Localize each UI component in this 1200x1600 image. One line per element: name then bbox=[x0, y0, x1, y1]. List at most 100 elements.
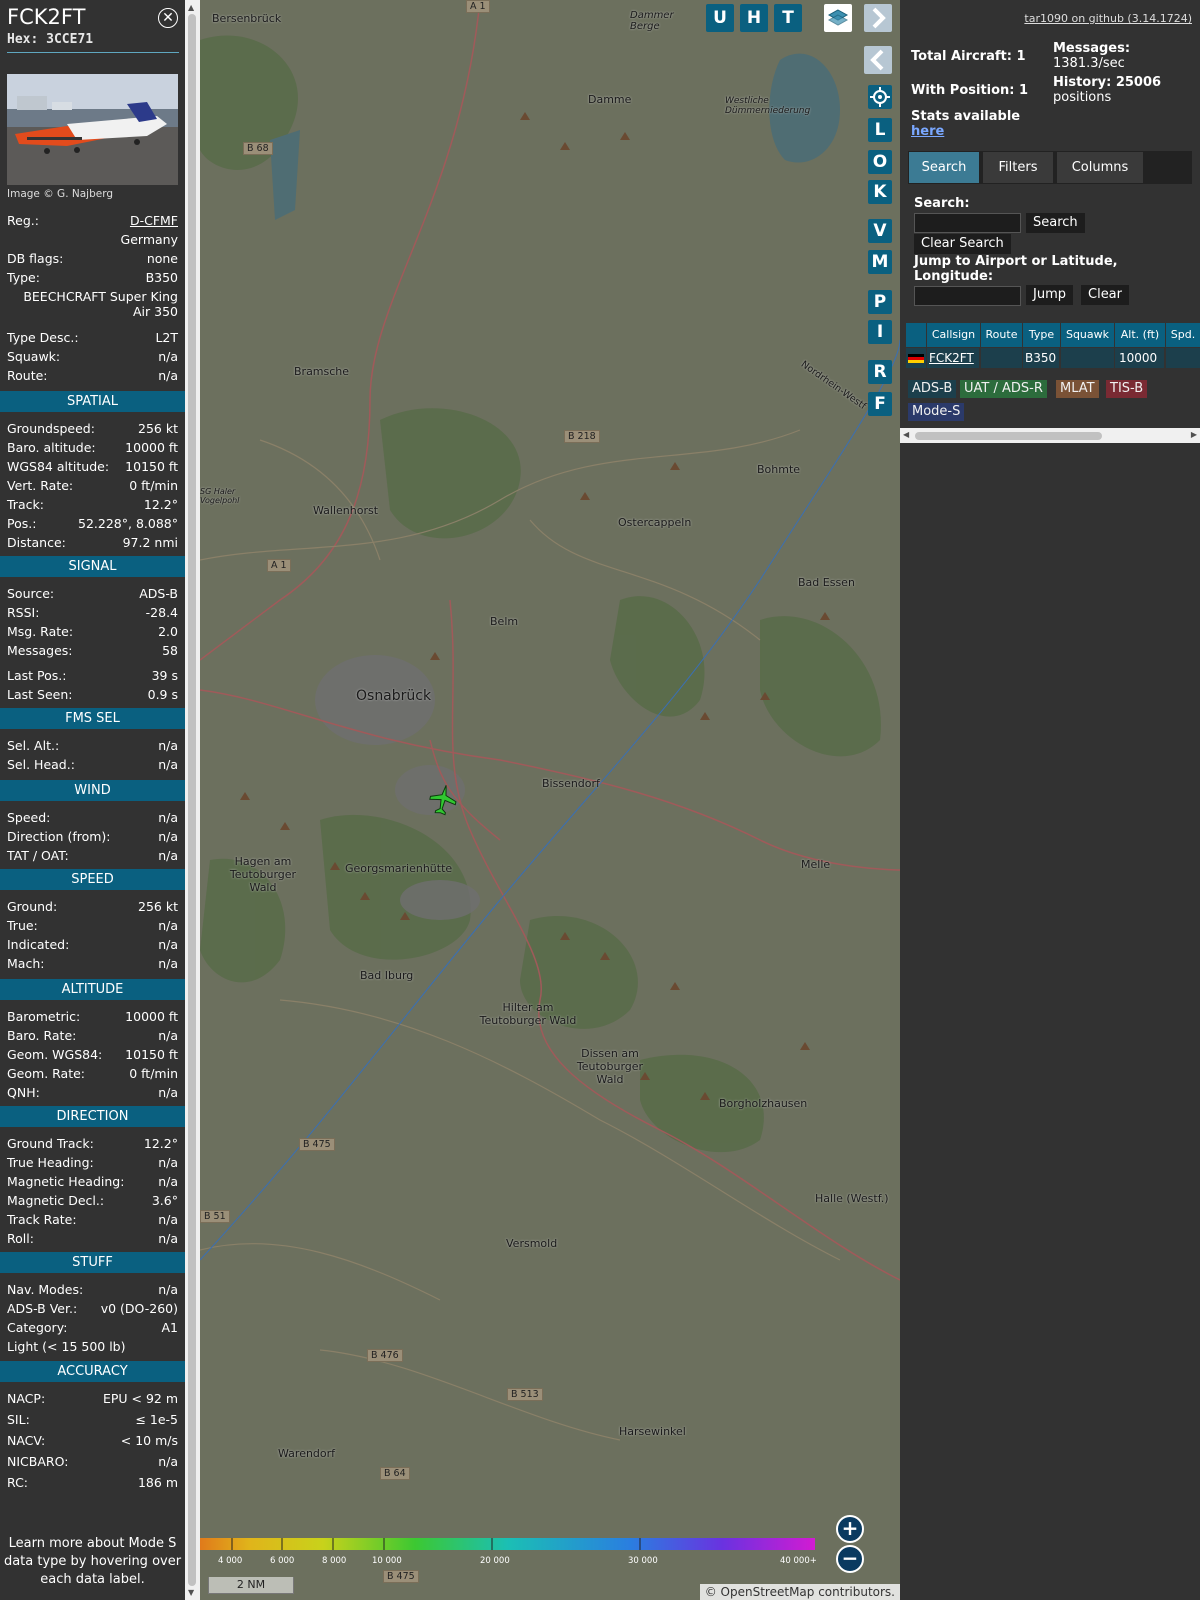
info-row: RSSI: -28.4 bbox=[7, 605, 178, 623]
map-button-k[interactable]: K bbox=[868, 180, 892, 204]
tab-search[interactable]: Search bbox=[909, 152, 979, 183]
clear-search-button[interactable]: Clear Search bbox=[914, 234, 1011, 254]
aircraft-icon[interactable] bbox=[428, 783, 458, 817]
road-label: B 475 bbox=[383, 1570, 419, 1583]
table-header-altitude[interactable]: Alt. (ft) bbox=[1115, 323, 1166, 347]
row-callsign[interactable]: FCK2FT bbox=[927, 348, 980, 368]
map-button-u[interactable]: U bbox=[706, 4, 734, 32]
tab-columns[interactable]: Columns bbox=[1057, 152, 1143, 183]
scroll-right-icon[interactable]: ▶ bbox=[1191, 430, 1197, 439]
info-row: NACV: < 10 m/s bbox=[7, 1433, 178, 1451]
layers-icon[interactable] bbox=[824, 4, 852, 32]
jump-button[interactable]: Jump bbox=[1026, 285, 1073, 305]
row-route bbox=[981, 348, 1023, 368]
info-scrollbar[interactable]: ▲ ▼ bbox=[185, 0, 200, 1600]
map-button-o[interactable]: O bbox=[868, 150, 892, 174]
gear-icon[interactable] bbox=[868, 85, 892, 109]
info-row-label: Ground: bbox=[7, 899, 58, 914]
map-button-r[interactable]: R bbox=[868, 360, 892, 384]
stats-link[interactable]: here bbox=[911, 124, 944, 139]
section-header-signal: SIGNAL bbox=[0, 556, 185, 577]
scroll-left-icon[interactable]: ◀ bbox=[903, 430, 909, 439]
scale-line: 2 NM bbox=[208, 1577, 294, 1594]
road-label: B 51 bbox=[200, 1210, 230, 1223]
info-row-value: 2.0 bbox=[158, 624, 178, 639]
tab-filters[interactable]: Filters bbox=[983, 152, 1053, 183]
map-attribution[interactable]: © OpenStreetMap contributors. bbox=[699, 1584, 900, 1600]
map-canvas[interactable]: Bersenbrück Damme Dammer Berge Westliche… bbox=[200, 0, 900, 1600]
legend-tag-uat-ads-r[interactable]: UAT / ADS-R bbox=[960, 380, 1047, 398]
info-row: WGS84 altitude: 10150 ft bbox=[7, 459, 178, 477]
info-row: Direction (from): n/a bbox=[7, 829, 178, 847]
info-row: Ground Track: 12.2° bbox=[7, 1136, 178, 1154]
info-row: Germany bbox=[7, 232, 178, 250]
zoom-out-button[interactable]: − bbox=[836, 1545, 864, 1573]
info-row-value: n/a bbox=[158, 956, 178, 971]
scroll-thumb[interactable] bbox=[188, 14, 196, 1586]
search-input[interactable] bbox=[914, 213, 1021, 233]
map-button-t[interactable]: T bbox=[774, 4, 802, 32]
info-row-label: Last Pos.: bbox=[7, 668, 67, 683]
info-row-label: Msg. Rate: bbox=[7, 624, 74, 639]
place-label: Bissendorf bbox=[542, 777, 600, 790]
map-button-m[interactable]: M bbox=[868, 250, 892, 274]
map-button-f[interactable]: F bbox=[868, 392, 892, 416]
info-row: NACP: EPU < 92 m bbox=[7, 1391, 178, 1409]
table-header-callsign[interactable]: Callsign bbox=[927, 323, 981, 347]
selected-hex: Hex: 3CCE71 bbox=[7, 32, 94, 47]
table-header-squawk[interactable]: Squawk bbox=[1061, 323, 1115, 347]
info-row-value: 256 kt bbox=[138, 421, 178, 436]
info-row-label: Route: bbox=[7, 368, 48, 383]
info-row-value: n/a bbox=[158, 1454, 178, 1469]
place-label: Bramsche bbox=[294, 365, 350, 378]
info-row-label: Magnetic Heading: bbox=[7, 1174, 125, 1189]
table-horizontal-scrollbar[interactable]: ◀ ▶ bbox=[900, 428, 1200, 443]
road-label: B 64 bbox=[380, 1467, 410, 1480]
chevron-left-icon[interactable] bbox=[864, 46, 892, 74]
row-speed bbox=[1166, 348, 1200, 368]
aircraft-photo[interactable] bbox=[7, 74, 178, 185]
legend-tag-ads-b[interactable]: ADS-B bbox=[908, 380, 957, 398]
place-label: Bad Iburg bbox=[360, 969, 414, 982]
info-row-value: n/a bbox=[158, 1231, 178, 1246]
legend-tag-mode-s[interactable]: Mode-S bbox=[908, 403, 965, 421]
table-header-speed[interactable]: Spd. bbox=[1166, 323, 1200, 347]
info-row-label: Distance: bbox=[7, 535, 66, 550]
map-button-i[interactable]: I bbox=[868, 320, 892, 344]
clear-button[interactable]: Clear bbox=[1081, 285, 1129, 305]
info-row: Sel. Alt.: n/a bbox=[7, 738, 178, 756]
registration-link[interactable]: D-CFMF bbox=[130, 213, 178, 228]
legend-tag-mlat[interactable]: MLAT bbox=[1056, 380, 1099, 398]
info-row-label: Baro. altitude: bbox=[7, 440, 96, 455]
map-button-h[interactable]: H bbox=[740, 4, 768, 32]
place-label: Georgsmarienhütte bbox=[345, 862, 453, 875]
info-row: Light (< 15 500 lb) bbox=[7, 1339, 178, 1357]
info-row-label: Roll: bbox=[7, 1231, 34, 1246]
search-button[interactable]: Search bbox=[1026, 213, 1085, 233]
place-label: Versmold bbox=[506, 1237, 558, 1250]
scroll-thumb[interactable] bbox=[915, 432, 1102, 440]
table-header-type[interactable]: Type bbox=[1023, 323, 1061, 347]
map-button-l[interactable]: L bbox=[868, 118, 892, 142]
altitude-legend-label: 6 000 bbox=[270, 1556, 295, 1566]
scroll-up-icon[interactable]: ▲ bbox=[188, 3, 194, 12]
chevron-right-icon[interactable] bbox=[864, 4, 892, 32]
map-button-v[interactable]: V bbox=[868, 219, 892, 243]
jump-input[interactable] bbox=[914, 286, 1021, 306]
info-row-value: 10000 ft bbox=[125, 440, 178, 455]
legend-tag-tis-b[interactable]: TIS-B bbox=[1106, 380, 1148, 398]
version-link[interactable]: tar1090 on github (3.14.1724) bbox=[1024, 12, 1192, 25]
scroll-down-icon[interactable]: ▼ bbox=[188, 1588, 194, 1597]
zoom-in-button[interactable]: + bbox=[836, 1515, 864, 1543]
place-label: Warendorf bbox=[278, 1447, 336, 1460]
info-row: Messages: 58 bbox=[7, 643, 178, 661]
info-row-label: Magnetic Decl.: bbox=[7, 1193, 105, 1208]
table-header-route[interactable]: Route bbox=[981, 323, 1023, 347]
place-label: SG Haler Vogelpohl bbox=[200, 487, 240, 505]
section-header-stuff: STUFF bbox=[0, 1252, 185, 1273]
map-button-p[interactable]: P bbox=[868, 290, 892, 314]
info-row: Type Desc.: L2T bbox=[7, 330, 178, 348]
close-icon[interactable]: ✕ bbox=[158, 8, 178, 28]
road-label: A 1 bbox=[466, 0, 490, 13]
place-label: Osnabrück bbox=[356, 688, 432, 704]
